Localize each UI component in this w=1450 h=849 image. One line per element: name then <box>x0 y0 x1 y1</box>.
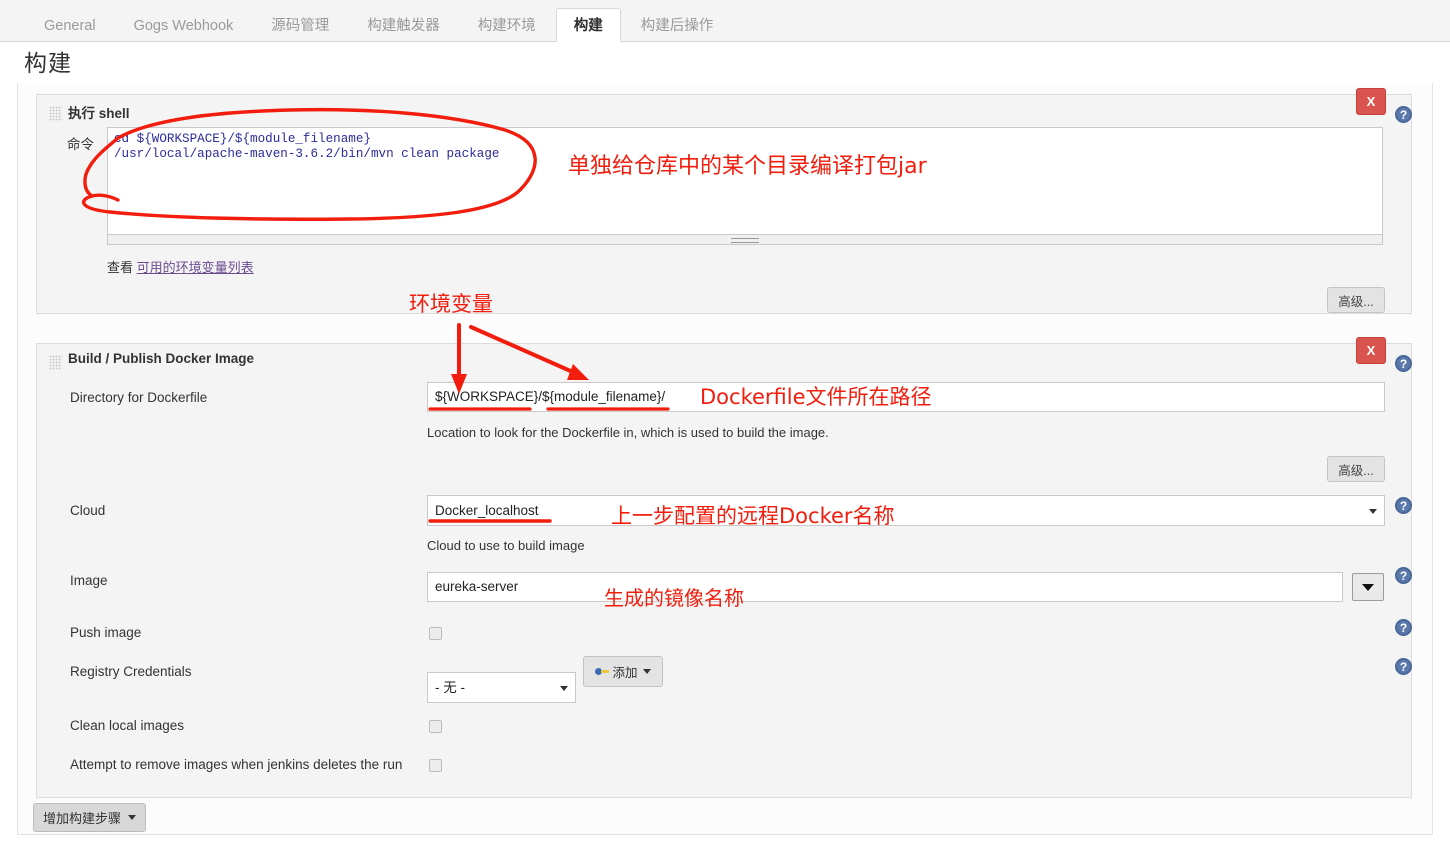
label-directory-for-dockerfile: Directory for Dockerfile <box>70 390 208 405</box>
help-icon-shell-step[interactable]: ? <box>1395 106 1412 123</box>
help-icon-docker-step[interactable]: ? <box>1395 355 1412 372</box>
tab-label: 构建后操作 <box>640 18 714 34</box>
checkbox-clean-local-images[interactable] <box>429 720 442 733</box>
build-step-docker-image: Build / Publish Docker Image Directory f… <box>36 343 1412 798</box>
drag-handle-icon[interactable] <box>49 106 62 121</box>
tab-label: General <box>44 18 96 34</box>
tab-label: Gogs Webhook <box>133 18 234 34</box>
desc-directory-for-dockerfile: Location to look for the Dockerfile in, … <box>427 425 829 440</box>
help-icon-push-image[interactable]: ? <box>1395 619 1412 636</box>
tab-2[interactable]: 源码管理 <box>253 9 347 42</box>
see-label: 查看 <box>107 260 134 275</box>
command-textarea[interactable]: cd ${WORKSPACE}/${module_filename} /usr/… <box>107 127 1383 235</box>
select-cloud-value: Docker_localhost <box>435 503 539 518</box>
label-image: Image <box>70 573 108 588</box>
delete-shell-step-button[interactable]: X <box>1356 88 1386 115</box>
checkbox-attempt-remove-images[interactable] <box>429 759 442 772</box>
add-credentials-button[interactable]: 添加 <box>583 656 663 687</box>
textarea-resize-handle[interactable] <box>107 235 1383 245</box>
image-dropdown-button[interactable] <box>1352 573 1384 601</box>
label-attempt-remove-images: Attempt to remove images when jenkins de… <box>70 757 403 772</box>
help-icon-cloud[interactable]: ? <box>1395 497 1412 514</box>
shell-step-title: 执行 shell <box>68 106 130 121</box>
tab-label: 构建 <box>573 18 603 34</box>
docker-step-title: Build / Publish Docker Image <box>68 351 255 366</box>
chevron-down-icon <box>642 669 651 674</box>
chevron-down-icon <box>1369 508 1377 514</box>
command-label: 命令 <box>67 137 94 152</box>
checkbox-push-image[interactable] <box>429 627 442 640</box>
add-build-step-button[interactable]: 增加构建步骤 <box>33 803 146 832</box>
key-icon <box>595 667 610 677</box>
label-clean-local-images: Clean local images <box>70 718 185 733</box>
input-directory-for-dockerfile[interactable]: ${WORKSPACE}/${module_filename}/ <box>427 382 1385 412</box>
help-icon-image[interactable]: ? <box>1395 567 1412 584</box>
jenkins-job-config-page: General Gogs Webhook 源码管理 构建触发器 构建环境 构建 构建后操作 … <box>0 0 1450 849</box>
help-icon-registry-credentials[interactable]: ? <box>1395 658 1412 675</box>
input-image[interactable]: eureka-server <box>427 572 1343 602</box>
config-tab-bar: General Gogs Webhook 源码管理 构建触发器 构建环境 构建 构建后操作 <box>0 0 1450 42</box>
advanced-button-shell[interactable]: 高级... <box>1327 287 1385 313</box>
tab-list: General Gogs Webhook 源码管理 构建触发器 构建环境 构建 构建后操作 <box>0 0 1450 42</box>
build-step-execute-shell: 执行 shell 命令 cd ${WORKSPACE}/${module_fil… <box>36 94 1412 314</box>
tab-5[interactable]: 构建 <box>555 8 621 42</box>
tab-6[interactable]: 构建后操作 <box>623 9 732 42</box>
tab-label: 源码管理 <box>271 18 330 34</box>
page-title: 构建 <box>24 50 72 76</box>
select-registry-credentials-value: - 无 - <box>435 680 465 695</box>
chevron-down-icon <box>128 815 136 820</box>
label-push-image: Push image <box>70 625 142 640</box>
drag-handle-icon[interactable] <box>49 355 62 370</box>
tab-4[interactable]: 构建环境 <box>460 9 554 42</box>
tab-label: 构建环境 <box>477 18 536 34</box>
delete-docker-step-button[interactable]: X <box>1356 337 1386 364</box>
select-cloud[interactable]: Docker_localhost <box>427 495 1385 526</box>
available-env-variables-link[interactable]: 可用的环境变量列表 <box>137 260 254 275</box>
env-variable-help: 查看 可用的环境变量列表 <box>107 257 254 276</box>
chevron-down-icon <box>560 685 568 691</box>
add-credentials-label: 添加 <box>612 666 638 680</box>
tab-3[interactable]: 构建触发器 <box>349 9 458 42</box>
label-registry-credentials: Registry Credentials <box>70 664 192 679</box>
add-build-step-label: 增加构建步骤 <box>42 811 121 826</box>
tab-label: 构建触发器 <box>367 18 440 34</box>
label-cloud: Cloud <box>70 503 106 518</box>
advanced-button-docker[interactable]: 高级... <box>1327 456 1385 482</box>
tab-1[interactable]: Gogs Webhook <box>116 9 252 42</box>
tab-0[interactable]: General <box>26 9 114 42</box>
desc-cloud: Cloud to use to build image <box>427 538 585 553</box>
select-registry-credentials[interactable]: - 无 - <box>427 672 576 703</box>
